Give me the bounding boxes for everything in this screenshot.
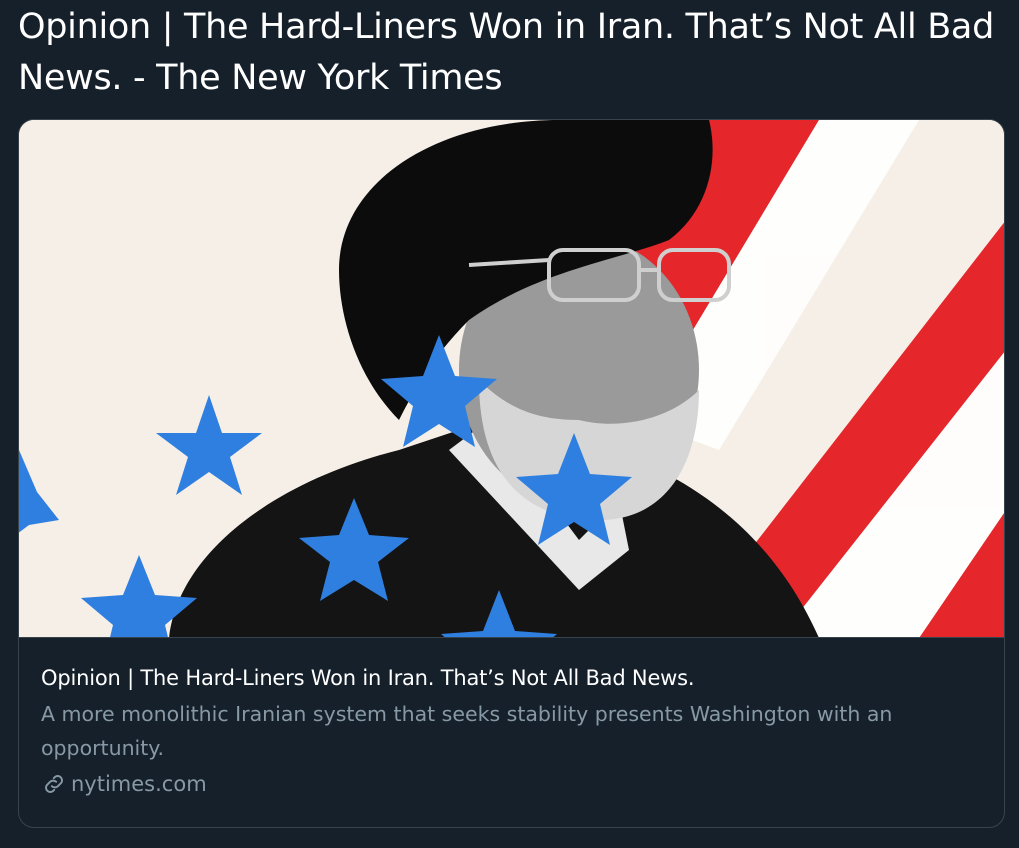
card-description: A more monolithic Iranian system that se… [41,702,893,760]
card-title: Opinion | The Hard-Liners Won in Iran. T… [41,666,695,690]
post-title: Opinion | The Hard-Liners Won in Iran. T… [18,7,994,98]
card-body: Opinion | The Hard-Liners Won in Iran. T… [41,663,981,799]
card-domain[interactable]: nytimes.com [71,769,207,799]
card-illustration [19,120,1004,637]
card-domain-row[interactable]: nytimes.com [41,769,981,799]
link-icon [41,771,67,797]
link-preview-card[interactable]: Opinion | The Hard-Liners Won in Iran. T… [18,119,1005,828]
card-image[interactable] [19,120,1004,638]
